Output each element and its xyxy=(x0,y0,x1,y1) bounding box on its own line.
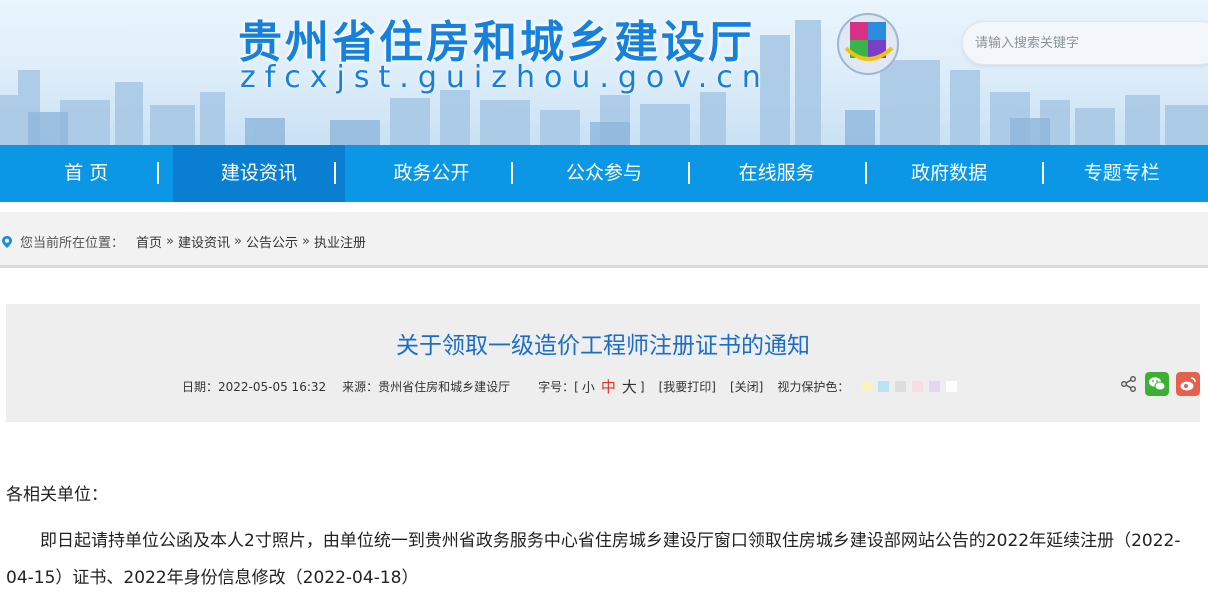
header-banner: 贵州省住房和城乡建设厅 zfcxjst.guizhou.gov.cn xyxy=(0,0,1208,145)
breadcrumb-prefix: 您当前所在位置： xyxy=(20,236,125,251)
breadcrumb-separator: » xyxy=(302,234,310,249)
breadcrumb: 您当前所在位置： 首页 » 建设资讯 » 公告公示 » 执业注册 xyxy=(0,232,366,251)
article-salutation: 各相关单位： xyxy=(6,485,108,505)
eye-color-swatch-white[interactable] xyxy=(946,381,958,392)
search-box[interactable] xyxy=(962,21,1208,65)
wechat-share-icon[interactable] xyxy=(1145,372,1169,396)
article-paragraph: 即日起请持单位公函及本人2寸照片，由单位统一到贵州省政务服务中心省住房城乡建设厅… xyxy=(6,531,1181,588)
font-size-large-button[interactable]: 大 xyxy=(622,376,637,397)
breadcrumb-bar: 您当前所在位置： 首页 » 建设资讯 » 公告公示 » 执业注册 xyxy=(0,212,1208,268)
share-bar xyxy=(1120,372,1200,396)
main-nav: 首 页 建设资讯 政务公开 公众参与 在线服务 政府数据 专题专栏 xyxy=(0,145,1208,202)
breadcrumb-link-home[interactable]: 首页 xyxy=(136,232,162,251)
font-size-bracket: ] xyxy=(639,379,645,394)
font-size-medium-button[interactable]: 中 xyxy=(601,376,616,397)
nav-divider xyxy=(511,162,513,184)
location-pin-icon xyxy=(2,235,12,248)
nav-divider xyxy=(865,162,867,184)
article-header: 关于领取一级造价工程师注册证书的通知 日期：2022-05-05 16:32 来… xyxy=(6,304,1200,422)
breadcrumb-link-notices[interactable]: 公告公示 xyxy=(246,232,298,251)
close-button[interactable]: [关闭] xyxy=(730,378,763,395)
breadcrumb-separator: » xyxy=(234,234,242,249)
search-input[interactable] xyxy=(963,22,1163,64)
article-date: 日期：2022-05-05 16:32 xyxy=(182,380,327,394)
print-button[interactable]: [我要打印] xyxy=(659,378,716,395)
eye-color-swatch-gray[interactable] xyxy=(895,381,907,392)
nav-item-construction-news[interactable]: 建设资讯 xyxy=(172,145,346,202)
breadcrumb-link-news[interactable]: 建设资讯 xyxy=(178,232,230,251)
eye-protection-label: 视力保护色： xyxy=(777,380,850,394)
nav-divider xyxy=(334,162,336,184)
eye-color-swatch-yellow[interactable] xyxy=(861,381,873,392)
eye-color-swatch-pink[interactable] xyxy=(912,381,924,392)
article-source: 来源：贵州省住房和城乡建设厅 xyxy=(342,380,511,394)
nav-item-government-affairs[interactable]: 政务公开 xyxy=(345,145,518,202)
breadcrumb-link-registration[interactable]: 执业注册 xyxy=(314,232,366,251)
nav-item-special-topics[interactable]: 专题专栏 xyxy=(1035,145,1208,202)
nav-item-public-participation[interactable]: 公众参与 xyxy=(518,145,691,202)
font-size-small-button[interactable]: 小 xyxy=(582,377,595,396)
nav-item-home[interactable]: 首 页 xyxy=(0,145,173,202)
nav-divider xyxy=(688,162,690,184)
eye-color-swatch-purple[interactable] xyxy=(929,381,941,392)
breadcrumb-separator: » xyxy=(166,234,174,249)
nav-divider xyxy=(1042,162,1044,184)
article-meta: 日期：2022-05-05 16:32 来源：贵州省住房和城乡建设厅 字号：[ … xyxy=(182,376,963,397)
weibo-share-icon[interactable] xyxy=(1176,372,1200,396)
share-icon[interactable] xyxy=(1120,375,1138,393)
font-size-label: 字号：[ xyxy=(538,380,579,394)
eye-color-swatch-blue[interactable] xyxy=(878,381,890,392)
nav-item-online-services[interactable]: 在线服务 xyxy=(690,145,863,202)
nav-item-government-data[interactable]: 政府数据 xyxy=(863,145,1036,202)
site-url: zfcxjst.guizhou.gov.cn xyxy=(240,60,770,95)
nav-divider xyxy=(157,162,159,184)
article-title: 关于领取一级造价工程师注册证书的通知 xyxy=(396,333,810,359)
emblem-logo-icon xyxy=(837,13,899,75)
